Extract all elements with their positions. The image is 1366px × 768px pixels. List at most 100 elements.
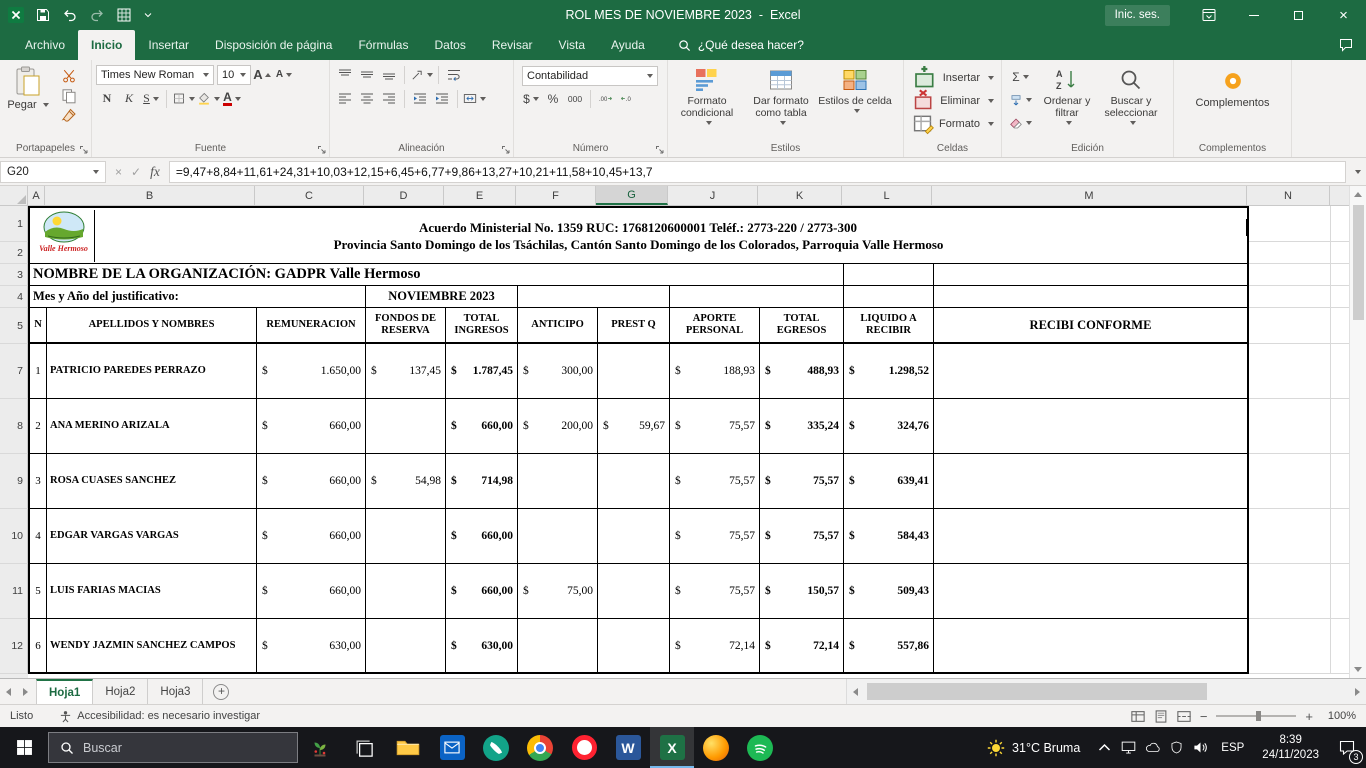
tab-revisar[interactable]: Revisar [479,30,546,60]
cell-styles-button[interactable]: Estilos de celda [818,62,892,114]
column-header-C[interactable]: C [255,186,364,205]
normal-view-icon[interactable] [1131,710,1145,723]
cell-remuneracion[interactable]: $630,00 [257,619,366,672]
language-indicator[interactable]: ESP [1212,742,1253,754]
redo-icon[interactable] [89,7,105,23]
orientation-icon[interactable] [410,65,433,85]
row-header-4[interactable]: 4 [0,286,28,308]
cell-recibi[interactable] [934,399,1247,453]
formula-bar-expand-icon[interactable] [1346,169,1366,174]
ribbon-display-options-icon[interactable] [1186,0,1231,30]
action-center-icon[interactable]: 3 [1328,727,1366,768]
cell-fondos[interactable] [366,564,446,618]
clock[interactable]: 8:39 24/11/2023 [1253,733,1328,763]
column-header-J[interactable]: J [668,186,758,205]
cell-anticipo[interactable]: $75,00 [518,564,598,618]
onedrive-icon[interactable] [1140,727,1164,768]
column-header-D[interactable]: D [364,186,444,205]
zoom-slider[interactable] [1216,711,1297,721]
find-select-button[interactable]: Buscar y seleccionar [1099,62,1163,126]
cell-liquido[interactable]: $1.298,52 [844,344,934,398]
page-layout-view-icon[interactable] [1154,709,1168,723]
wrap-text-icon[interactable] [444,65,464,85]
row-header-12[interactable]: 12 [0,619,28,674]
insert-cells-button[interactable]: Insertar [906,66,999,88]
align-middle-icon[interactable] [357,65,377,85]
cell-recibi[interactable] [934,564,1247,618]
cell-liquido[interactable]: $324,76 [844,399,934,453]
row-header-10[interactable]: 10 [0,509,28,564]
cell-aporte[interactable]: $75,57 [670,399,760,453]
start-button[interactable] [0,727,48,768]
accessibility-status[interactable]: Accesibilidad: es necesario investigar [45,710,260,723]
sheet-nav-left-icon[interactable] [0,679,17,704]
cell-liquido[interactable]: $584,43 [844,509,934,563]
cell-aporte[interactable]: $72,14 [670,619,760,672]
vertical-scrollbar[interactable] [1349,186,1366,678]
hidden-icons-chevron[interactable] [1092,727,1116,768]
tab-vista[interactable]: Vista [546,30,598,60]
row-header-7[interactable]: 7 [0,344,28,399]
cell-period-label[interactable]: Mes y Año del justificativo: [30,286,366,307]
number-format-select[interactable]: Contabilidad [522,65,658,86]
percent-format-icon[interactable]: % [543,89,563,109]
horizontal-scroll-thumb[interactable] [867,683,1207,700]
cell-remuneracion[interactable]: $660,00 [257,399,366,453]
column-header-K[interactable]: K [758,186,842,205]
cell-ingresos[interactable]: $714,98 [446,454,518,508]
cell-anticipo[interactable]: $200,00 [518,399,598,453]
number-dialog-launcher[interactable] [655,145,665,155]
column-header-G[interactable]: G [596,186,668,205]
increase-font-icon[interactable]: A [252,65,272,85]
file-explorer-icon[interactable] [386,727,430,768]
cell-prest[interactable] [598,509,670,563]
spotify-icon[interactable] [738,727,782,768]
cell-egresos[interactable]: $488,93 [760,344,844,398]
column-header-E[interactable]: E [444,186,516,205]
cell-name[interactable]: EDGAR VARGAS VARGAS [47,509,257,563]
zoom-out-icon[interactable]: − [1200,709,1208,724]
thousands-format-icon[interactable]: 000 [565,89,585,109]
cell-name[interactable]: ROSA CUASES SANCHEZ [47,454,257,508]
tab-disposicion-de-pagina[interactable]: Disposición de página [202,30,345,60]
alignment-dialog-launcher[interactable] [501,145,511,155]
column-header-M[interactable]: M [932,186,1247,205]
sheet-nav-right-icon[interactable] [17,679,34,704]
font-size-select[interactable]: 10 [217,64,251,85]
cell-prest[interactable] [598,454,670,508]
tell-me-search[interactable]: ¿Qué desea hacer? [678,30,804,60]
cell-empty[interactable] [670,286,844,307]
firefox-icon[interactable] [694,727,738,768]
cell-anticipo[interactable]: $300,00 [518,344,598,398]
cell-recibi[interactable] [934,509,1247,563]
horizontal-scrollbar[interactable] [846,679,1366,704]
new-sheet-button[interactable]: + [213,683,230,700]
cell-recibi[interactable] [934,619,1247,672]
cell-egresos[interactable]: $75,57 [760,509,844,563]
clipboard-dialog-launcher[interactable] [79,145,89,155]
sheet-tab-hoja3[interactable]: Hoja3 [148,679,204,704]
zoom-slider-thumb[interactable] [1256,711,1262,721]
font-color-icon[interactable]: A [222,89,242,109]
sheet-tab-hoja1[interactable]: Hoja1 [36,679,94,704]
cell-n[interactable]: 6 [30,619,47,672]
tab-formulas[interactable]: Fórmulas [345,30,421,60]
chrome-icon[interactable] [518,727,562,768]
tab-ayuda[interactable]: Ayuda [598,30,658,60]
cell-prest[interactable] [598,344,670,398]
align-left-icon[interactable] [335,89,355,109]
currency-format-icon[interactable]: $ [521,89,541,109]
sign-in-button[interactable]: Inic. ses. [1104,4,1170,26]
fill-icon[interactable] [1009,90,1032,110]
cell-prest[interactable]: $59,67 [598,399,670,453]
align-center-icon[interactable] [357,89,377,109]
align-top-icon[interactable] [335,65,355,85]
format-as-table-button[interactable]: Dar formato como tabla [744,62,818,126]
comments-icon[interactable] [1338,37,1354,53]
row-header-3[interactable]: 3 [0,264,28,286]
cell-egresos[interactable]: $75,57 [760,454,844,508]
cell-title-merged[interactable]: Valle Hermoso Acuerdo Ministerial No. 13… [28,206,1249,264]
cell-remuneracion[interactable]: $660,00 [257,509,366,563]
cell-ingresos[interactable]: $630,00 [446,619,518,672]
word-icon[interactable]: W [606,727,650,768]
